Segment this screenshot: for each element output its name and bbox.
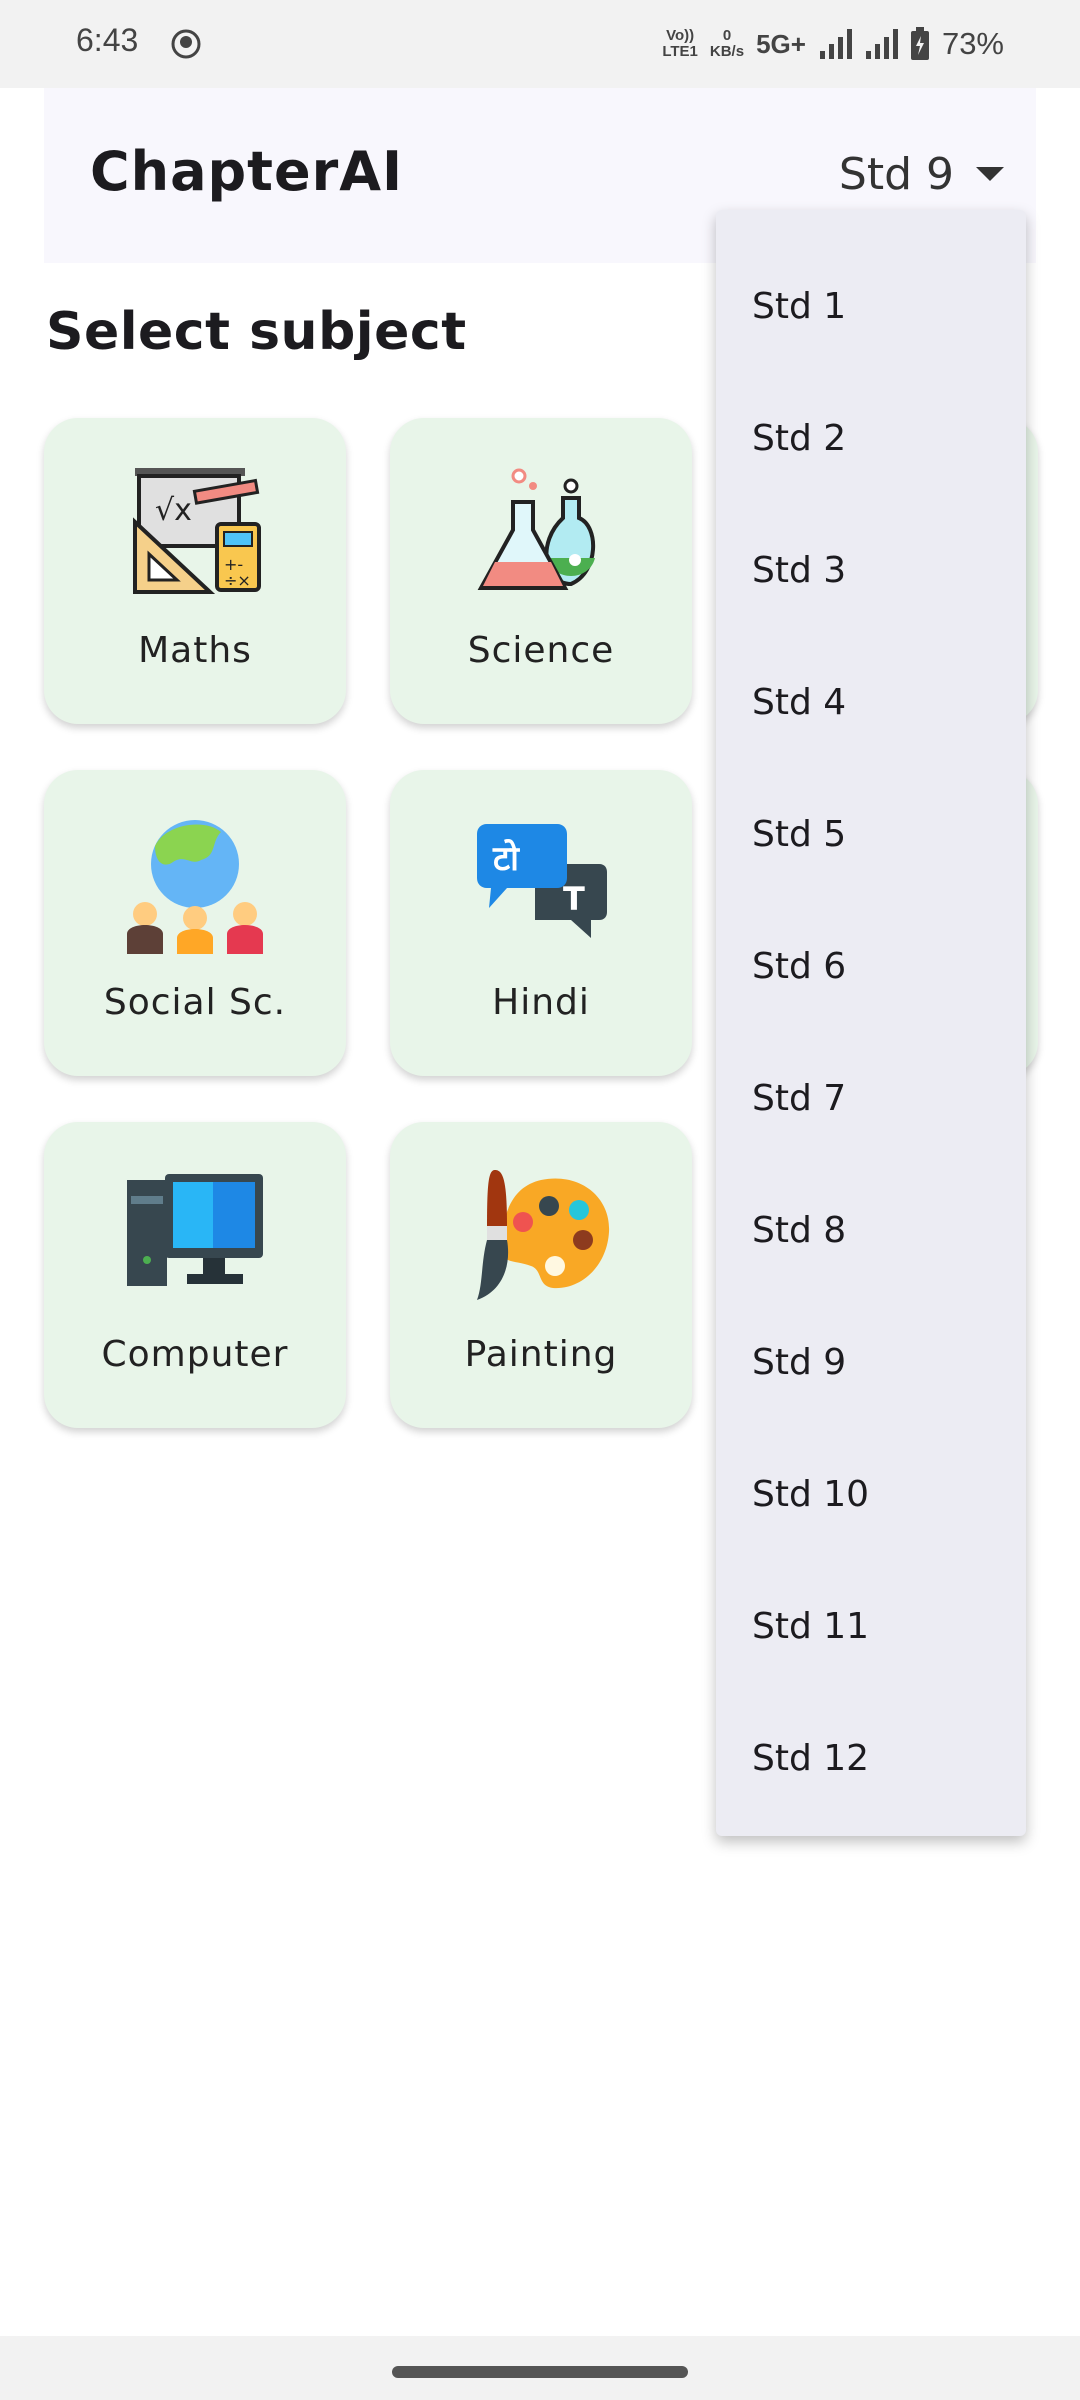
signal-icon-2 [865, 29, 898, 59]
std-option-3[interactable]: Std 3 [716, 504, 1026, 636]
subject-card-hindi[interactable]: T टो Hindi [390, 770, 692, 1076]
std-option-10[interactable]: Std 10 [716, 1428, 1026, 1560]
std-option-7[interactable]: Std 7 [716, 1032, 1026, 1164]
subject-card-maths[interactable]: √x +- ÷× Maths [44, 418, 346, 724]
std-option-8[interactable]: Std 8 [716, 1164, 1026, 1296]
navigation-bar [0, 2336, 1080, 2400]
selected-std-label: Std 9 [838, 148, 954, 200]
std-option-1[interactable]: Std 1 [716, 240, 1026, 372]
network-speed: 0 KB/s [709, 27, 745, 60]
painting-icon [477, 1170, 610, 1300]
subject-label: Painting [464, 1334, 618, 1375]
std-dropdown-menu: Std 1 Std 2 Std 3 Std 4 Std 5 Std 6 Std … [716, 210, 1026, 1836]
status-indicators: Vo)) LTE1 0 KB/s 5G+ 73% [662, 20, 1004, 68]
hindi-icon: T टो [477, 824, 607, 938]
battery-icon [910, 27, 929, 60]
subject-label: Science [467, 630, 615, 671]
app-title: ChapterAI [90, 140, 404, 203]
network-type: 5G+ [756, 28, 806, 59]
caret-down-icon [976, 167, 1004, 181]
std-option-9[interactable]: Std 9 [716, 1296, 1026, 1428]
svg-text:T: T [563, 880, 585, 918]
std-option-6[interactable]: Std 6 [716, 900, 1026, 1032]
computer-icon [127, 1174, 263, 1286]
screen: 6:43 Vo)) LTE1 0 KB/s 5G+ 73% ChapterAI … [0, 0, 1080, 2400]
subject-label: Social Sc. [103, 982, 287, 1023]
maths-icon: √x +- ÷× [133, 468, 261, 594]
std-options-list: Std 1 Std 2 Std 3 Std 4 Std 5 Std 6 Std … [716, 210, 1026, 1824]
subject-card-computer[interactable]: Computer [44, 1122, 346, 1428]
std-option-5[interactable]: Std 5 [716, 768, 1026, 900]
subject-card-social-science[interactable]: Social Sc. [44, 770, 346, 1076]
svg-text:टो: टो [492, 838, 520, 879]
svg-text:√x: √x [155, 493, 192, 528]
home-gesture-handle[interactable] [392, 2366, 688, 2378]
battery-percent: 73% [941, 26, 1004, 61]
std-option-2[interactable]: Std 2 [716, 372, 1026, 504]
volte-indicator: Vo)) LTE1 [662, 27, 698, 60]
science-icon [477, 468, 595, 590]
std-option-11[interactable]: Std 11 [716, 1560, 1026, 1692]
subject-card-science[interactable]: Science [390, 418, 692, 724]
signal-icon [819, 29, 852, 59]
svg-text:÷×: ÷× [224, 571, 251, 590]
section-title: Select subject [46, 302, 467, 362]
std-option-4[interactable]: Std 4 [716, 636, 1026, 768]
social-science-icon [127, 820, 263, 954]
status-time: 6:43 [76, 22, 139, 58]
std-option-12[interactable]: Std 12 [716, 1692, 1026, 1824]
subject-label: Hindi [492, 982, 590, 1023]
subject-label: Maths [138, 630, 252, 671]
std-dropdown-button[interactable]: Std 9 [839, 144, 1004, 204]
subject-card-painting[interactable]: Painting [390, 1122, 692, 1428]
subject-label: Computer [101, 1334, 289, 1375]
status-bar: 6:43 Vo)) LTE1 0 KB/s 5G+ 73% [0, 0, 1080, 88]
app-notification-icon [171, 29, 201, 59]
